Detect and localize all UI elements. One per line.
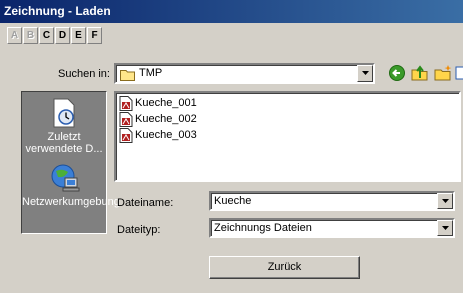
look-in-label: Suchen in: (58, 68, 110, 80)
file-list[interactable]: Kueche_001 Kueche_002 Kueche_003 (114, 91, 461, 182)
drive-letter-bar: A B C D E F (7, 27, 103, 44)
drive-button-f[interactable]: F (87, 27, 102, 44)
window-title: Zeichnung - Laden (4, 4, 111, 18)
places-item-network[interactable]: Netzwerkumgebung (22, 162, 120, 208)
filetype-value: Zeichnungs Dateien (214, 222, 312, 234)
filename-label: Dateiname: (117, 197, 174, 209)
file-name: Kueche_001 (135, 97, 197, 109)
drive-button-a[interactable]: A (7, 27, 22, 44)
chevron-down-icon[interactable] (357, 65, 373, 82)
up-folder-icon[interactable] (411, 64, 429, 82)
drawing-file-icon (119, 127, 133, 143)
drawing-file-icon (119, 111, 133, 127)
file-name: Kueche_003 (135, 129, 197, 141)
places-item-label: Netzwerkumgebung (22, 196, 120, 208)
look-in-value: TMP (139, 67, 163, 79)
back-button[interactable]: Zurück (209, 256, 360, 279)
recent-documents-icon (53, 98, 75, 128)
drive-button-e[interactable]: E (71, 27, 86, 44)
folder-icon (120, 70, 135, 81)
places-item-recent[interactable]: Zuletzt verwendete D... (22, 97, 106, 155)
places-item-label: Zuletzt verwendete D... (25, 131, 103, 155)
look-in-dropdown[interactable]: TMP (114, 63, 375, 84)
filename-value: Kueche (214, 195, 252, 207)
network-icon (51, 164, 80, 192)
filetype-dropdown[interactable]: Zeichnungs Dateien (209, 218, 455, 238)
list-item[interactable]: Kueche_002 (119, 111, 197, 127)
drawing-file-icon (119, 95, 133, 111)
view-menu-icon[interactable] (455, 64, 463, 82)
drive-button-d[interactable]: D (55, 27, 70, 44)
places-bar: Zuletzt verwendete D... Netzwerkumgebung (21, 91, 120, 234)
list-item[interactable]: Kueche_001 (119, 95, 197, 111)
back-arrow-icon[interactable] (388, 64, 406, 82)
list-item[interactable]: Kueche_003 (119, 127, 197, 143)
filetype-label: Dateityp: (117, 224, 161, 236)
title-bar: Zeichnung - Laden (0, 0, 463, 23)
drive-button-c[interactable]: C (39, 27, 54, 44)
chevron-down-icon[interactable] (437, 193, 453, 209)
new-folder-icon[interactable] (434, 64, 452, 82)
drive-button-b[interactable]: B (23, 27, 38, 44)
chevron-down-icon[interactable] (437, 220, 453, 236)
file-name: Kueche_002 (135, 113, 197, 125)
filename-field[interactable]: Kueche (209, 191, 455, 211)
